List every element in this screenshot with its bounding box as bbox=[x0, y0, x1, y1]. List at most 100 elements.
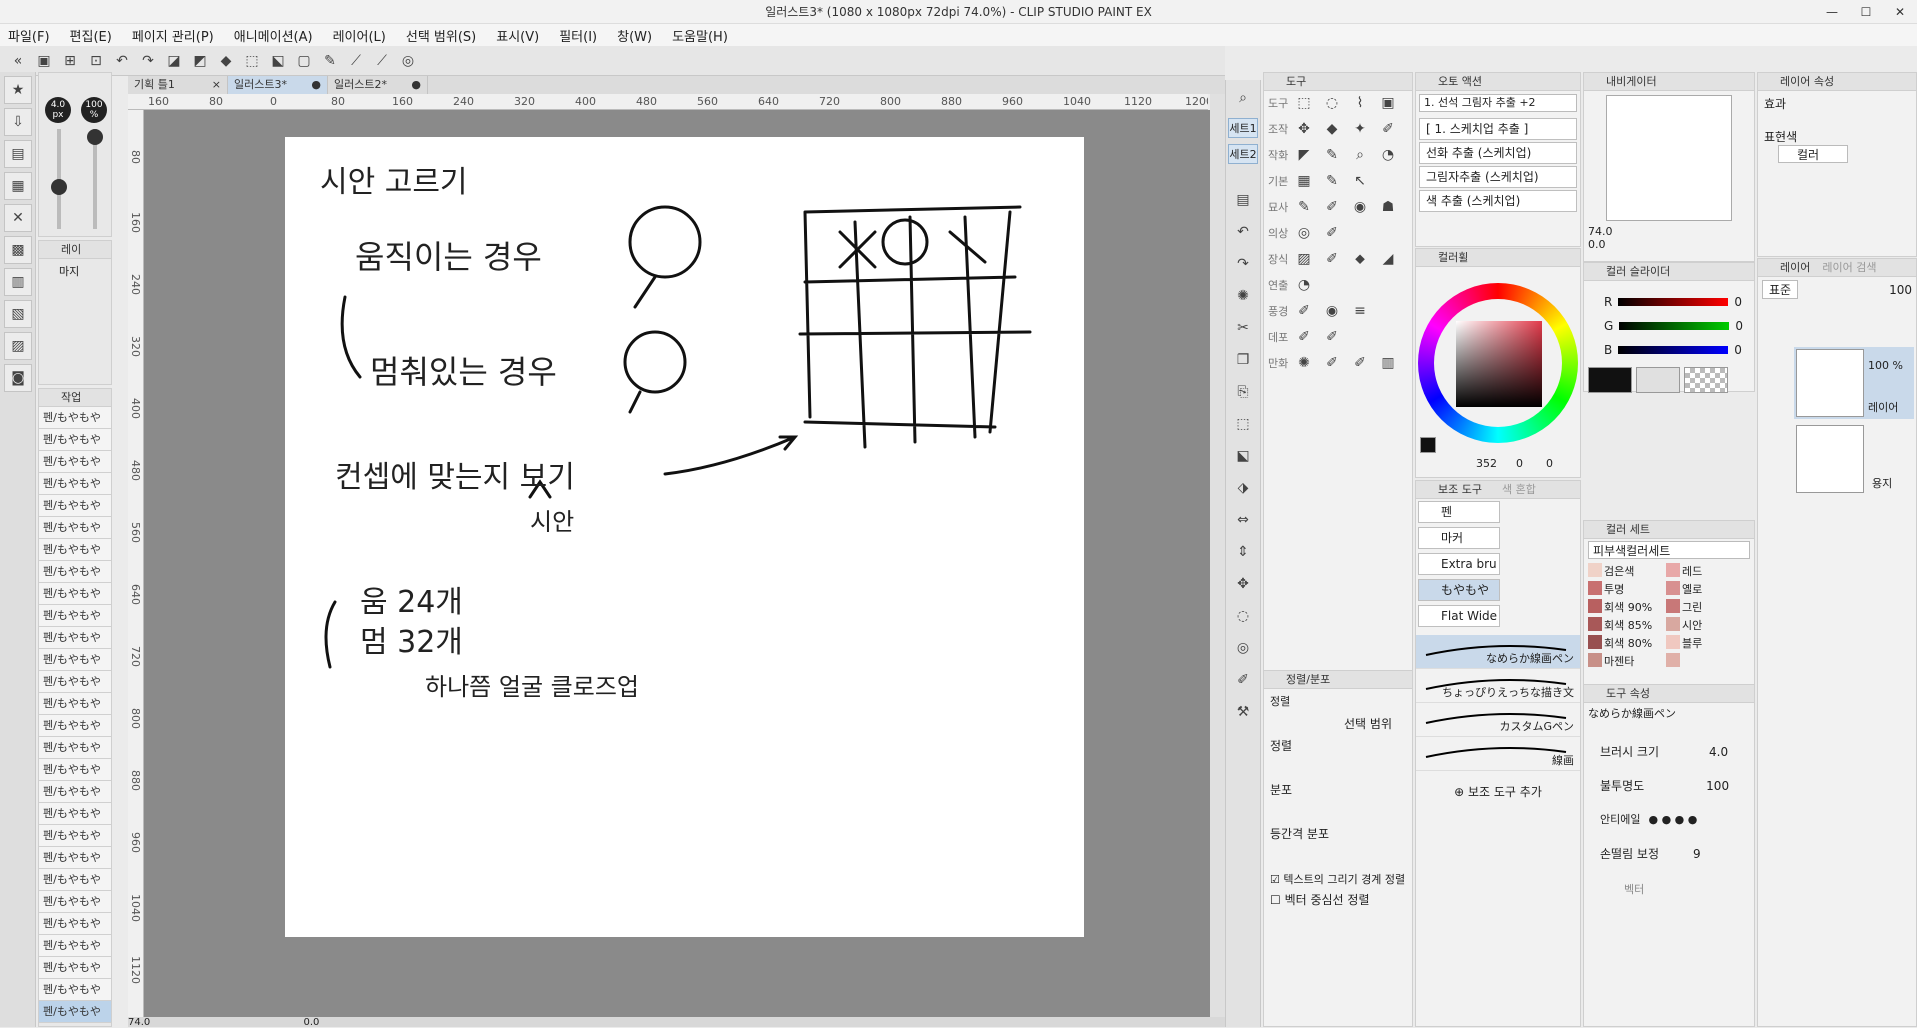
add-subtool-button[interactable]: ⊕ 보조 도구 추가 bbox=[1416, 783, 1580, 800]
tool-icon[interactable]: ✐ bbox=[1294, 301, 1314, 321]
history-item[interactable]: 펜/もやもや bbox=[39, 737, 111, 759]
stroke-preset[interactable]: なめらか線画ペン bbox=[1416, 635, 1580, 669]
auto-action-select[interactable]: 1. 선석 그림자 추출 +2 bbox=[1419, 94, 1577, 112]
history-item[interactable]: 펜/もやもや bbox=[39, 935, 111, 957]
color-set-name[interactable]: 그린 bbox=[1682, 599, 1742, 615]
tool-icon[interactable]: ⬥ bbox=[1350, 249, 1370, 269]
folder-icon[interactable]: ▨ bbox=[4, 332, 32, 360]
tool-icon[interactable]: ≡ bbox=[1350, 301, 1370, 321]
sub-color-swatch[interactable] bbox=[1636, 367, 1680, 393]
history-item[interactable]: 펜/もやもや bbox=[39, 605, 111, 627]
history-item[interactable]: 펜/もやもや bbox=[39, 803, 111, 825]
opacity-row[interactable]: 불투명도 100 bbox=[1600, 777, 1729, 794]
lasso-icon[interactable]: ◌ bbox=[1229, 602, 1257, 630]
set-2-button[interactable]: 세트2 bbox=[1228, 144, 1258, 164]
saturation-square[interactable] bbox=[1456, 321, 1542, 407]
tool-icon[interactable]: ☗ bbox=[1378, 197, 1398, 217]
color-set-name[interactable]: 레드 bbox=[1682, 563, 1742, 579]
tool-icon[interactable]: ▣ bbox=[1378, 93, 1398, 113]
tool-icon[interactable]: ◢ bbox=[1378, 249, 1398, 269]
opacity-slider-knob[interactable] bbox=[87, 129, 103, 145]
undo-icon[interactable]: ↶ bbox=[1229, 218, 1257, 246]
navigator-angle[interactable]: 0.0 bbox=[1584, 238, 1754, 251]
history-item[interactable]: 펜/もやもや bbox=[39, 715, 111, 737]
tool-icon[interactable]: ✎ bbox=[1294, 197, 1314, 217]
vector-center-checkbox[interactable]: ☐ 벡터 중심선 정렬 bbox=[1270, 891, 1370, 908]
tool-icon[interactable]: ✐ bbox=[1322, 353, 1342, 373]
transform-icon[interactable]: ⬚ bbox=[1229, 410, 1257, 438]
color-set-name[interactable]: 블루 bbox=[1682, 635, 1742, 651]
tool-icon[interactable]: ✎ bbox=[1322, 145, 1342, 165]
tab-modified-icon[interactable]: ● bbox=[411, 76, 421, 94]
page-icon[interactable]: ▧ bbox=[4, 300, 32, 328]
mesh-icon[interactable]: ⬗ bbox=[1229, 474, 1257, 502]
history-item[interactable]: 펜/もやもや bbox=[39, 627, 111, 649]
selection-range-label[interactable]: 선택 범위 bbox=[1344, 715, 1392, 732]
history-item[interactable]: 펜/もやもや bbox=[39, 759, 111, 781]
tool-category-label[interactable]: 데포 bbox=[1268, 329, 1296, 345]
tool-category-label[interactable]: 묘사 bbox=[1268, 199, 1296, 215]
material-icon[interactable]: ▦ bbox=[4, 172, 32, 200]
zoom-readout[interactable]: 74.0 bbox=[128, 1017, 150, 1028]
transform-icon[interactable]: ⬚ bbox=[242, 51, 262, 71]
history-item[interactable]: 펜/もやもや bbox=[39, 781, 111, 803]
canvas-vertical-scrollbar[interactable] bbox=[1210, 94, 1225, 1017]
color-set-chip[interactable] bbox=[1588, 581, 1602, 595]
menu-help[interactable]: 도움말(H) bbox=[672, 26, 728, 45]
color-set-name[interactable]: 회색 85% bbox=[1604, 617, 1664, 633]
history-item[interactable]: 펜/もやもや bbox=[39, 451, 111, 473]
history-item[interactable]: 펜/もやもや bbox=[39, 495, 111, 517]
history-item[interactable]: 펜/もやもや bbox=[39, 847, 111, 869]
free-transform-icon[interactable]: ⬕ bbox=[268, 51, 288, 71]
flip-v-icon[interactable]: ⇕ bbox=[1229, 538, 1257, 566]
tool-icon[interactable]: ⌕ bbox=[1350, 145, 1370, 165]
redo-icon[interactable]: ↷ bbox=[1229, 250, 1257, 278]
color-set-chip[interactable] bbox=[1666, 563, 1680, 577]
navigator-preview[interactable] bbox=[1606, 95, 1732, 221]
zoom-tool-icon[interactable]: ⌕ bbox=[1229, 84, 1257, 112]
navigator-zoom[interactable]: 74.0 bbox=[1584, 225, 1754, 238]
menu-selection[interactable]: 선택 범위(S) bbox=[406, 26, 476, 45]
text-boundary-checkbox[interactable]: ☑ 텍스트의 그리기 경계 정렬 bbox=[1270, 871, 1405, 887]
history-item[interactable]: 펜/もやもや bbox=[39, 869, 111, 891]
stroke-preset[interactable]: カスタムGペン bbox=[1416, 703, 1580, 737]
tool-category-label[interactable]: 기본 bbox=[1268, 173, 1296, 189]
antialias-row[interactable]: 안티에일 ● ● ● ● bbox=[1600, 811, 1697, 827]
history-item[interactable]: 펜/もやもや bbox=[39, 539, 111, 561]
layer-icon[interactable]: ▥ bbox=[4, 268, 32, 296]
history-item[interactable]: 펜/もやもや bbox=[39, 517, 111, 539]
history-item[interactable]: 펜/もやもや bbox=[39, 913, 111, 935]
green-track[interactable] bbox=[1619, 322, 1730, 330]
auto-action-item[interactable]: 그림자추출 (스케치업) bbox=[1419, 166, 1577, 188]
color-set-chip[interactable] bbox=[1666, 617, 1680, 631]
eyedropper-icon[interactable]: ✐ bbox=[1229, 666, 1257, 694]
drawing-paper[interactable]: 시안 고르기 움직이는 경우 멈춰있는 경우 컨셉에 맞는지 보기 시안 움 2… bbox=[285, 137, 1084, 937]
left-layer-item[interactable]: 마지 bbox=[39, 259, 111, 283]
ruler-snap-icon[interactable]: ⟋ bbox=[346, 51, 366, 71]
color-set-name[interactable]: 검은색 bbox=[1604, 563, 1664, 579]
history-item[interactable]: 펜/もやもや bbox=[39, 825, 111, 847]
subtool-moyamoya[interactable]: もやもや bbox=[1418, 579, 1500, 601]
color-set-chip[interactable] bbox=[1588, 599, 1602, 613]
undo-icon[interactable]: ↶ bbox=[112, 51, 132, 71]
menu-edit[interactable]: 편집(E) bbox=[70, 26, 112, 45]
history-item[interactable]: 펜/もやもや bbox=[39, 957, 111, 979]
grid-icon[interactable]: ▩ bbox=[4, 236, 32, 264]
new-file-icon[interactable]: ▣ bbox=[34, 51, 54, 71]
color-set-name[interactable] bbox=[1682, 653, 1742, 669]
blue-track[interactable] bbox=[1618, 346, 1729, 354]
color-set-chip[interactable] bbox=[1666, 599, 1680, 613]
tab-modified-icon[interactable]: ● bbox=[311, 76, 321, 94]
tool-icon[interactable]: ✐ bbox=[1294, 327, 1314, 347]
color-set-chip[interactable] bbox=[1666, 581, 1680, 595]
history-item[interactable]: 펜/もやもや bbox=[39, 671, 111, 693]
tool-icon[interactable]: ⌇ bbox=[1350, 93, 1370, 113]
tool-icon[interactable]: ◔ bbox=[1294, 275, 1314, 295]
tool-category-label[interactable]: 연출 bbox=[1268, 277, 1296, 293]
blend-mode-select[interactable]: 표준 bbox=[1762, 280, 1799, 299]
menu-file[interactable]: 파일(F) bbox=[8, 26, 50, 45]
color-set-name[interactable]: 옐로 bbox=[1682, 581, 1742, 597]
history-item[interactable]: 펜/もやもや bbox=[39, 1001, 111, 1023]
auto-action-item[interactable]: 색 추출 (스케치업) bbox=[1419, 190, 1577, 212]
tool-icon[interactable]: ◉ bbox=[1350, 197, 1370, 217]
